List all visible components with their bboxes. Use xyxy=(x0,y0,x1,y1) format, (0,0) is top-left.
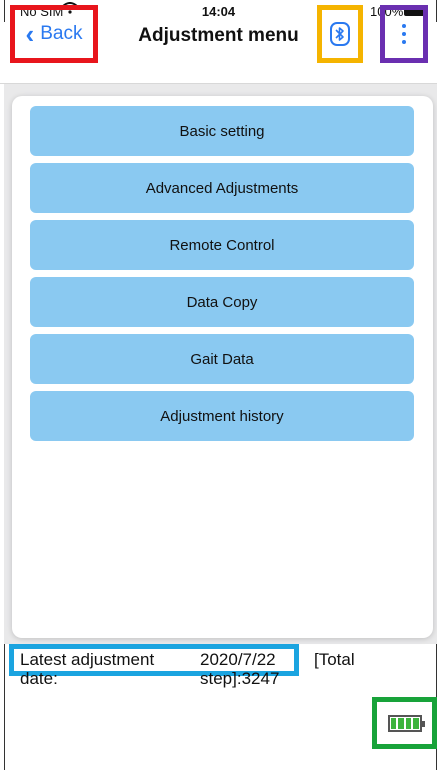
menu-item-adjustment-history[interactable]: Adjustment history xyxy=(30,391,414,441)
total-step-label: [Total xyxy=(314,650,355,669)
latest-adjustment-label: Latest adjustment xyxy=(20,650,155,669)
menu-item-data-copy[interactable]: Data Copy xyxy=(30,277,414,327)
device-battery-button[interactable] xyxy=(372,697,437,749)
menu-item-basic-setting[interactable]: Basic setting xyxy=(30,106,414,156)
menu-item-advanced-adjustments[interactable]: Advanced Adjustments xyxy=(30,163,414,213)
latest-adjustment-label-date: date: xyxy=(20,669,58,688)
menu-item-gait-data[interactable]: Gait Data xyxy=(30,334,414,384)
more-vertical-icon xyxy=(402,24,406,44)
bluetooth-button[interactable] xyxy=(317,5,363,63)
more-options-button[interactable] xyxy=(380,5,428,63)
page-title: Adjustment menu xyxy=(138,25,299,46)
adjustment-menu-list: Basic setting Advanced Adjustments Remot… xyxy=(30,106,414,448)
bluetooth-icon xyxy=(330,22,350,46)
latest-adjustment-date: 2020/7/22 xyxy=(200,650,276,669)
total-step-value: step]:3247 xyxy=(200,669,280,688)
menu-item-remote-control[interactable]: Remote Control xyxy=(30,220,414,270)
battery-full-icon xyxy=(387,714,425,732)
